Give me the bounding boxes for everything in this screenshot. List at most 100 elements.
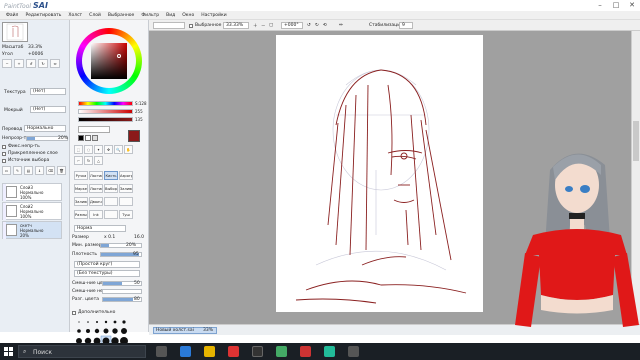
delete-layer-button[interactable]: 🗑 [57, 166, 66, 175]
menu-window[interactable]: Окно [182, 13, 194, 18]
hue-slider[interactable] [78, 101, 133, 106]
app-icon[interactable] [252, 346, 263, 357]
clip-checkbox[interactable]: Прикрепленное слое [2, 151, 58, 156]
swatch[interactable] [85, 135, 91, 141]
app-icon[interactable] [324, 346, 335, 357]
color-square[interactable] [91, 43, 127, 79]
new-vector-layer-button[interactable]: ✎ [13, 166, 22, 175]
rotate-icon[interactable]: ↻ [84, 156, 93, 165]
zoom-in-button[interactable]: + [14, 59, 24, 68]
saturation-slider[interactable] [78, 109, 133, 114]
task-view-icon[interactable] [156, 346, 167, 357]
scale-value[interactable]: 33.3% [28, 45, 42, 50]
zoom-out-button[interactable]: − [2, 59, 12, 68]
dilution-slider[interactable] [102, 289, 142, 294]
rotate-left-icon[interactable]: ↺ [307, 23, 311, 28]
close-button[interactable]: ✕ [624, 0, 640, 10]
rotate-right-button[interactable]: ↻ [38, 59, 48, 68]
tool-blur[interactable]: Размыт [74, 210, 88, 219]
tool-empty[interactable] [119, 197, 133, 206]
layer-item[interactable]: Слой2 Нормально 100% [2, 202, 62, 220]
zoom-out-icon[interactable]: － [261, 23, 266, 29]
windows-start-icon[interactable] [4, 347, 13, 356]
angle-value[interactable]: +0006 [28, 52, 43, 57]
value-slider[interactable] [78, 117, 133, 122]
rotation-select[interactable]: +000° [281, 22, 303, 29]
texture-select[interactable]: (Нет) [30, 88, 66, 95]
yandex-icon[interactable] [204, 346, 215, 357]
clear-layer-button[interactable]: ⌫ [46, 166, 55, 175]
layer-item[interactable]: Слой3 Нормально 100% [2, 183, 62, 201]
brush-mode-select[interactable]: Норма [74, 225, 126, 232]
menu-selection[interactable]: Выбранное [108, 13, 134, 18]
merge-layer-button[interactable]: ⇓ [35, 166, 44, 175]
tool-ink-2[interactable]: Туш [119, 210, 133, 219]
size-value[interactable]: 16.0 [134, 235, 144, 240]
stabilizer-select[interactable]: 9 [399, 22, 413, 29]
new-layer-button[interactable]: ▭ [2, 166, 11, 175]
selection-source-checkbox[interactable]: Источник выбора [2, 158, 49, 163]
new-folder-button[interactable]: ▤ [24, 166, 33, 175]
drawing-canvas[interactable] [276, 35, 483, 312]
eyedropper-icon[interactable]: ⌐ [74, 156, 83, 165]
tool-fill-2[interactable]: Заливка [74, 197, 88, 206]
reset-rotation-icon[interactable]: ⟲ [323, 23, 327, 28]
color-history[interactable] [78, 126, 110, 133]
shape-icon[interactable]: △ [94, 156, 103, 165]
move-icon[interactable]: ✥ [104, 145, 113, 154]
layer-item-selected[interactable]: скетч Нормально 20% [2, 221, 62, 239]
tool-select[interactable]: Выбор [104, 184, 118, 193]
app-icon[interactable] [228, 346, 239, 357]
menu-filter[interactable]: Фильтр [141, 13, 159, 18]
zoom-select[interactable]: 33.33% [223, 22, 249, 29]
menu-settings[interactable]: Настройки [201, 13, 226, 18]
selection-toggle[interactable]: Выбранное [189, 23, 221, 28]
rotate-right-icon[interactable]: ↻ [315, 23, 319, 28]
edge-icon[interactable] [180, 346, 191, 357]
menu-edit[interactable]: Редактировать [25, 13, 61, 18]
tool-eraser-2[interactable]: Ластик [89, 184, 103, 193]
toolbar-dropdown[interactable] [153, 22, 185, 29]
app-icon[interactable] [276, 346, 287, 357]
tool-binary[interactable]: Двоичн. [89, 197, 103, 206]
menu-layer[interactable]: Слой [89, 13, 101, 18]
app-icon[interactable] [348, 346, 359, 357]
brush-texture-select[interactable]: (Без текстуры) [74, 270, 140, 277]
tool-airbrush[interactable]: Аэрограф [119, 171, 133, 180]
tool-marker[interactable]: Маркер [74, 184, 88, 193]
magic-wand-icon[interactable]: ✦ [94, 145, 103, 154]
minimize-button[interactable]: – [592, 0, 608, 10]
hand-icon[interactable]: ✋ [124, 145, 133, 154]
menu-file[interactable]: Файл [6, 13, 18, 18]
fit-icon[interactable]: ▢ [269, 23, 273, 28]
rotate-left-button[interactable]: ↺ [26, 59, 36, 68]
paint-tool-sai-icon[interactable] [300, 346, 311, 357]
maximize-button[interactable]: □ [608, 0, 624, 10]
tool-pen[interactable]: Ручка [74, 171, 88, 180]
advanced-checkbox[interactable]: Дополнительно [72, 310, 115, 315]
select-icon[interactable]: ⬚ [74, 145, 83, 154]
lasso-icon[interactable]: ◌ [84, 145, 93, 154]
swatch[interactable] [92, 135, 98, 141]
blend-mode-select[interactable]: Нормально [24, 125, 66, 132]
tool-empty[interactable] [104, 197, 118, 206]
current-color-swatch[interactable] [128, 130, 140, 142]
tool-brush[interactable]: Кисть [104, 171, 118, 180]
menu-view[interactable]: Вид [166, 13, 175, 18]
zoom-in-icon[interactable]: ＋ [253, 23, 258, 29]
taskbar-search-box[interactable]: ⌕ Поиск [18, 345, 146, 358]
flip-button[interactable]: ⇔ [50, 59, 60, 68]
navigator-preview[interactable] [2, 22, 28, 42]
tool-empty[interactable] [104, 210, 118, 219]
tool-ink[interactable]: Ink [89, 210, 103, 219]
tool-eraser[interactable]: Ластик [89, 171, 103, 180]
flip-icon[interactable]: ⇔ [339, 23, 343, 28]
size-multiplier[interactable]: x 0.1 [104, 235, 115, 240]
effect-select[interactable]: (Нет) [30, 106, 66, 113]
menu-canvas[interactable]: Холст [68, 13, 82, 18]
tool-fill[interactable]: Заливка [119, 184, 133, 193]
protect-checkbox[interactable]: Фикс.непр-ть [2, 144, 40, 149]
swatch[interactable] [78, 135, 84, 141]
brush-shape-select[interactable]: (Простой круг) [74, 261, 140, 268]
zoom-icon[interactable]: 🔍 [114, 145, 123, 154]
